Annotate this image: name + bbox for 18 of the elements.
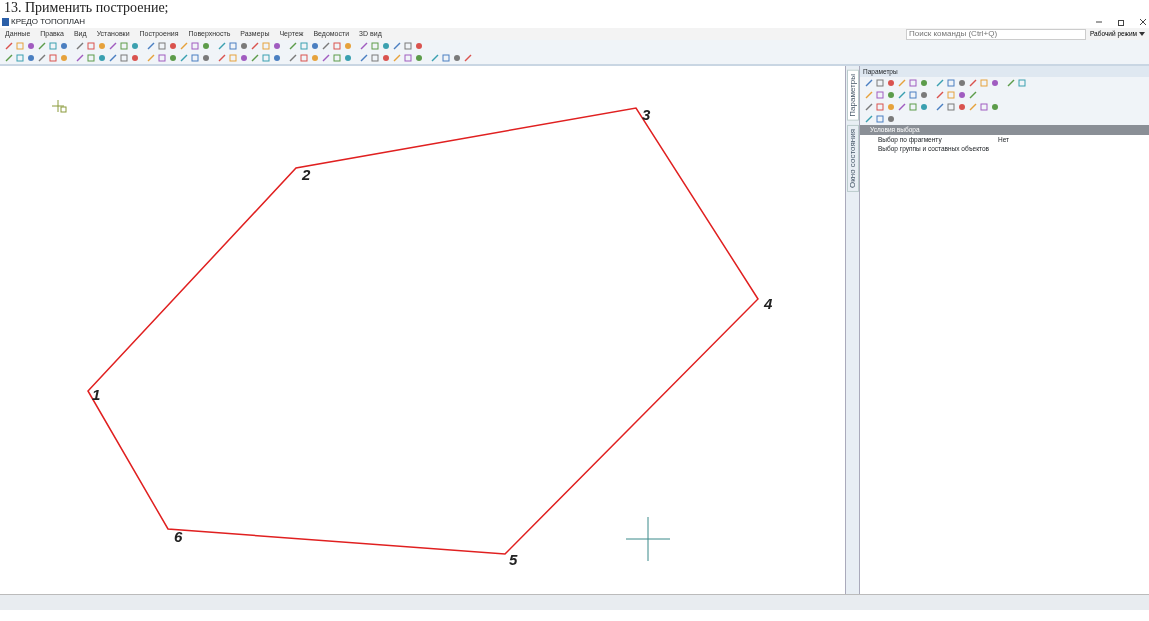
close-icon[interactable] bbox=[1139, 18, 1147, 26]
side-tab[interactable]: Параметры bbox=[846, 70, 859, 121]
vertex-label: 1 bbox=[92, 386, 101, 403]
app-logo-icon bbox=[2, 18, 9, 26]
minimize-icon[interactable] bbox=[1095, 18, 1103, 26]
vertex-label: 4 bbox=[764, 295, 773, 312]
side-tab[interactable]: Окно состояния bbox=[846, 124, 859, 192]
coordinate-origin-icon bbox=[51, 99, 67, 113]
window-title: КРЕДО ТОПОПЛАН bbox=[11, 16, 86, 28]
vertex-label: 5 bbox=[509, 551, 518, 568]
caption-text: 13. Применить построение; bbox=[3, 0, 169, 16]
cursor-crosshair-icon bbox=[625, 516, 671, 562]
caret-icon bbox=[1139, 32, 1145, 36]
vertex-label: 6 bbox=[174, 528, 183, 545]
search-field[interactable]: Поиск команды (Ctrl+Q) bbox=[906, 28, 1086, 40]
vertex-label: 2 bbox=[302, 166, 311, 183]
restore-icon[interactable] bbox=[1117, 18, 1125, 26]
vertex-label: 3 bbox=[642, 106, 651, 123]
